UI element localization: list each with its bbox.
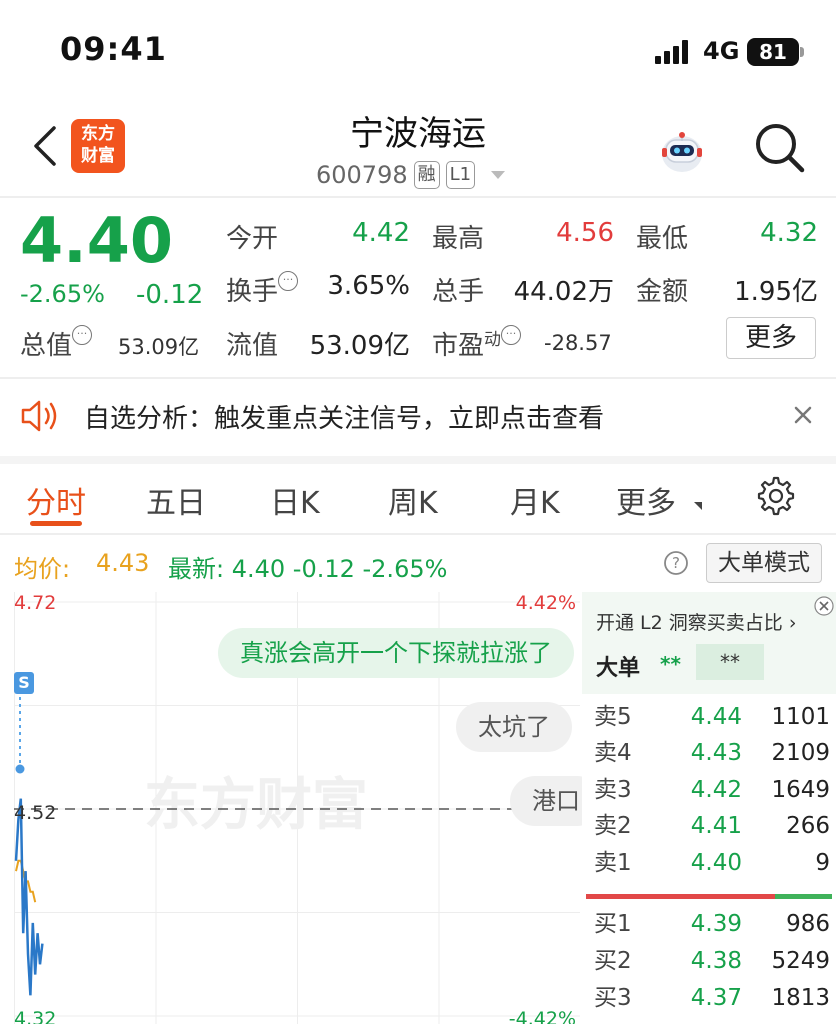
l2-promo-text[interactable]: 开通 L2 洞察买卖占比 › bbox=[596, 608, 796, 635]
change-amount: -0.12 bbox=[136, 280, 204, 310]
change-percent: -2.65% bbox=[20, 280, 105, 308]
chevron-down-icon bbox=[694, 502, 702, 510]
tab-more[interactable]: 更多 bbox=[616, 478, 676, 522]
tab-weekly-k[interactable]: 周K bbox=[388, 478, 438, 522]
battery-icon: 81 bbox=[747, 38, 799, 66]
latest-price-line: 最新: 4.40 -0.12 -2.65% bbox=[168, 555, 448, 583]
close-icon[interactable] bbox=[790, 402, 816, 428]
tab-monthly-k[interactable]: 月K bbox=[510, 478, 560, 522]
stock-code: 600798 bbox=[316, 161, 408, 189]
turnover-label: 换手 ··· bbox=[226, 271, 299, 308]
ask-row[interactable]: 卖2 4.41 266 bbox=[594, 808, 830, 844]
big-order-mode-button[interactable]: 大单模式 bbox=[706, 543, 822, 583]
s-marker-dot bbox=[15, 764, 25, 774]
bid-row[interactable]: 买1 4.39 986 bbox=[594, 906, 830, 942]
watermark: 东方财富 bbox=[144, 773, 368, 838]
open-label: 今开 bbox=[226, 224, 279, 254]
ask-row[interactable]: 卖4 4.43 2109 bbox=[594, 735, 830, 771]
ask-row[interactable]: 卖3 4.42 1649 bbox=[594, 772, 830, 808]
ask-row[interactable]: 卖1 4.40 9 bbox=[594, 845, 830, 881]
y-mid-label: 4.52 bbox=[14, 802, 57, 824]
battery-tip bbox=[800, 47, 804, 57]
big-order-value-2: ** bbox=[696, 644, 764, 680]
stock-code-line[interactable]: 600798 融 L1 bbox=[316, 158, 506, 192]
info-icon[interactable]: ··· bbox=[501, 325, 522, 345]
info-icon[interactable]: ··· bbox=[72, 325, 93, 345]
network-type: 4G bbox=[703, 37, 740, 65]
comment-bubble[interactable]: 太坑了 bbox=[456, 702, 572, 752]
sell-marker[interactable]: S bbox=[14, 672, 34, 694]
tab-divider bbox=[0, 533, 836, 535]
buy-ratio-bar bbox=[775, 894, 832, 899]
volume-value: 44.02万 bbox=[513, 277, 614, 307]
pct-top-label: 4.42% bbox=[515, 592, 576, 614]
big-order-label: 大单 bbox=[596, 656, 641, 681]
ask-row[interactable]: 卖5 4.44 1101 bbox=[594, 699, 830, 735]
close-icon[interactable] bbox=[814, 596, 834, 616]
more-button[interactable]: 更多 bbox=[726, 317, 816, 359]
turnover-value: 3.65% bbox=[327, 271, 410, 301]
search-icon[interactable] bbox=[752, 120, 808, 176]
robot-assistant-icon[interactable] bbox=[656, 124, 708, 176]
amount-label: 金额 bbox=[636, 277, 689, 307]
amount-value: 1.95亿 bbox=[734, 277, 818, 307]
low-label: 最低 bbox=[636, 224, 689, 254]
sell-ratio-bar bbox=[586, 894, 776, 899]
avg-price-value: 4.43 bbox=[96, 549, 150, 577]
price-line bbox=[14, 798, 44, 996]
open-value: 4.42 bbox=[352, 218, 410, 248]
quote-divider bbox=[0, 377, 836, 379]
y-top-label: 4.72 bbox=[14, 592, 57, 614]
info-icon[interactable]: ··· bbox=[278, 271, 299, 291]
pct-bottom-label: -4.42% bbox=[508, 1008, 576, 1024]
avg-price-label: 均价: bbox=[14, 555, 71, 583]
tab-daily-k[interactable]: 日K bbox=[270, 478, 320, 522]
margin-tag: 融 bbox=[413, 161, 440, 189]
gear-icon[interactable] bbox=[756, 476, 796, 516]
help-icon[interactable]: ? bbox=[663, 550, 689, 576]
header-divider bbox=[0, 196, 836, 198]
comment-bubble[interactable]: 真涨会高开一个下探就拉涨了 bbox=[218, 628, 574, 678]
chevron-down-icon bbox=[491, 171, 506, 179]
pe-label: 市盈动 ··· bbox=[432, 325, 522, 362]
big-order-value: ** bbox=[660, 652, 681, 676]
high-label: 最高 bbox=[432, 224, 485, 254]
tab-five-day[interactable]: 五日 bbox=[146, 478, 206, 522]
speaker-icon bbox=[21, 400, 57, 432]
tab-intraday[interactable]: 分时 bbox=[26, 478, 86, 522]
mktcap-value: 53.09亿 bbox=[118, 335, 200, 359]
notice-text[interactable]: 自选分析：触发重点关注信号，立即点击查看 bbox=[84, 398, 604, 435]
intraday-chart[interactable]: 东方财富 4.72 4.52 4.32 4.42% -4.42% S 真涨会高开… bbox=[14, 592, 602, 1024]
volume-label: 总手 bbox=[432, 277, 485, 307]
status-time: 09:41 bbox=[60, 30, 167, 68]
order-book: 开通 L2 洞察买卖占比 › 大单 ** ** 卖5 4.44 1101 卖4 4.4… bbox=[582, 592, 836, 1024]
bid-row[interactable]: 买3 4.37 1813 bbox=[594, 980, 830, 1016]
low-value: 4.32 bbox=[760, 218, 818, 248]
tab-active-indicator bbox=[30, 521, 82, 526]
current-price: 4.40 bbox=[20, 204, 173, 277]
bid-row[interactable]: 买2 4.38 5249 bbox=[594, 943, 830, 979]
section-gap bbox=[0, 456, 836, 464]
pe-value: -28.57 bbox=[544, 331, 612, 355]
level-tag: L1 bbox=[445, 161, 476, 189]
y-bottom-label: 4.32 bbox=[14, 1008, 57, 1024]
high-value: 4.56 bbox=[556, 218, 614, 248]
mktcap-label: 总值 ··· bbox=[20, 325, 93, 362]
svg-text:?: ? bbox=[672, 554, 680, 572]
float-value: 53.09亿 bbox=[309, 331, 410, 361]
signal-icon bbox=[655, 40, 688, 64]
float-label: 流值 bbox=[226, 331, 279, 361]
stock-name: 宁波海运 bbox=[350, 114, 486, 154]
chevron-right-icon: › bbox=[788, 612, 797, 634]
